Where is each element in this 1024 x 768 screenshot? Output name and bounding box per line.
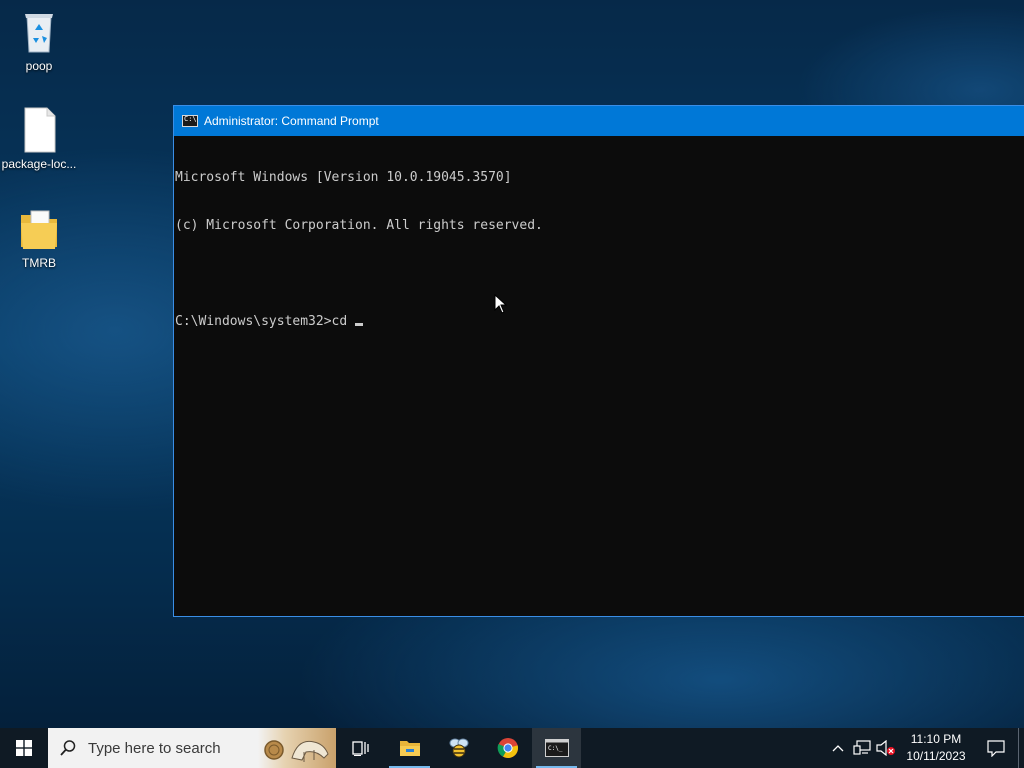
taskbar-bee-app[interactable] <box>434 728 483 768</box>
file-icon <box>15 106 63 154</box>
window-title: Administrator: Command Prompt <box>204 114 379 128</box>
file-explorer-icon <box>399 741 420 756</box>
action-center-button[interactable] <box>974 728 1018 768</box>
clock-date: 10/11/2023 <box>906 749 966 763</box>
volume-button[interactable] <box>874 728 898 768</box>
search-icon <box>48 739 88 757</box>
show-hidden-icons-button[interactable] <box>826 728 850 768</box>
taskbar-chrome[interactable] <box>483 728 532 768</box>
taskbar: C:\_ 11:10 PM 10/11/2023 <box>0 728 1024 768</box>
network-button[interactable] <box>850 728 874 768</box>
mouse-pointer-icon <box>494 293 508 319</box>
chevron-up-icon <box>832 745 844 752</box>
desktop-icon-recycle-bin[interactable]: poop <box>0 8 78 73</box>
task-view-button[interactable] <box>336 728 385 768</box>
bee-icon <box>449 738 468 758</box>
start-button[interactable] <box>0 728 48 768</box>
taskbar-clock[interactable]: 11:10 PM 10/11/2023 <box>898 731 974 765</box>
desktop-icon-package-lock[interactable]: package-loc... <box>0 106 78 171</box>
notification-icon <box>987 740 1005 757</box>
search-highlight-image <box>258 728 336 768</box>
folder-icon <box>15 205 63 253</box>
show-desktop-button[interactable] <box>1018 728 1024 768</box>
window-titlebar[interactable]: Administrator: Command Prompt <box>174 106 1024 136</box>
console-line: Microsoft Windows [Version 10.0.19045.35… <box>175 170 512 185</box>
network-icon <box>853 740 871 755</box>
volume-muted-icon <box>876 740 895 756</box>
console-line: (c) Microsoft Corporation. All rights re… <box>175 218 543 233</box>
console-output[interactable]: Microsoft Windows [Version 10.0.19045.35… <box>174 136 1024 362</box>
clock-time: 11:10 PM <box>910 732 962 746</box>
search-input[interactable] <box>88 739 268 757</box>
taskbar-command-prompt[interactable]: C:\_ <box>532 728 581 768</box>
system-tray: 11:10 PM 10/11/2023 <box>826 728 1024 768</box>
text-cursor <box>355 323 364 326</box>
desktop-icon-label: poop <box>25 59 53 73</box>
task-view-icon <box>351 741 369 756</box>
console-prompt-line[interactable]: C:\Windows\system32>cd <box>175 314 1024 330</box>
recycle-bin-icon <box>15 8 63 56</box>
desktop-icon-label: package-loc... <box>1 157 77 171</box>
taskbar-search-box[interactable] <box>48 728 336 768</box>
desktop-icon-tmrb[interactable]: TMRB <box>0 205 78 270</box>
cmd-icon <box>182 115 198 127</box>
console-prompt: C:\Windows\system32>cd <box>175 314 356 329</box>
desktop-icon-label: TMRB <box>22 256 56 270</box>
svg-text:C:\_: C:\_ <box>548 745 563 752</box>
chrome-icon <box>497 738 518 759</box>
taskbar-file-explorer[interactable] <box>385 728 434 768</box>
command-prompt-window[interactable]: Administrator: Command Prompt Microsoft … <box>173 105 1024 617</box>
cmd-icon: C:\_ <box>544 739 569 757</box>
windows-logo-icon <box>16 740 32 756</box>
